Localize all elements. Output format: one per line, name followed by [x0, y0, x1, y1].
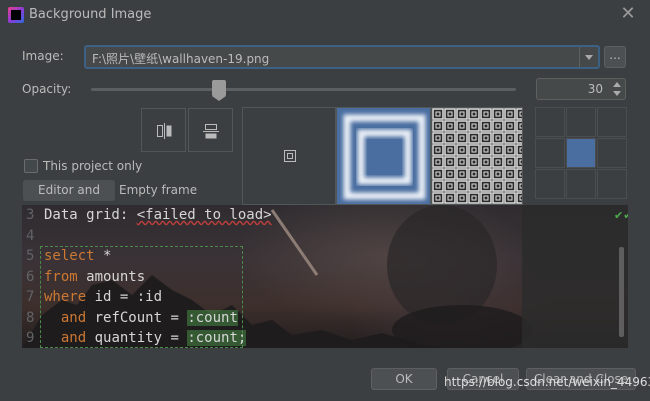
- code-line: 4: [22, 226, 44, 246]
- tab-editor-and-tools[interactable]: Editor and tools: [23, 180, 115, 218]
- anchor-bottom-left[interactable]: [535, 169, 565, 199]
- code-token: Data grid:: [44, 207, 137, 223]
- inspection-ok-icon: ✔✔: [614, 209, 628, 222]
- anchor-top-left[interactable]: [535, 107, 565, 137]
- code-token: where: [44, 289, 87, 305]
- fill-option-scale[interactable]: [336, 107, 431, 205]
- anchor-middle-left[interactable]: [535, 138, 565, 168]
- anchor-bottom-center[interactable]: [566, 169, 596, 199]
- code-line: 7 where id = :id: [22, 287, 162, 307]
- line-number: 5: [26, 248, 35, 264]
- code-token: and: [44, 309, 87, 326]
- scale-image-icon: [343, 114, 426, 200]
- line-number: 7: [26, 289, 35, 305]
- image-label: Image:: [22, 49, 64, 63]
- background-preview: 3 Data grid: <failed to load> 4 5 select * 6 f…: [22, 205, 628, 348]
- opacity-spinner[interactable]: 30: [536, 78, 626, 100]
- opacity-label: Opacity:: [22, 82, 72, 96]
- spinner-down-icon[interactable]: [613, 91, 621, 96]
- flip-horizontal-icon: [157, 123, 172, 139]
- title-bar: Background Image ✕: [0, 0, 650, 30]
- code-line: 6 from amounts: [22, 267, 145, 287]
- line-number: 6: [26, 268, 35, 285]
- code-token: from: [44, 268, 78, 285]
- anchor-top-center[interactable]: [566, 107, 596, 137]
- line-number: 4: [26, 227, 35, 244]
- code-token: *: [94, 248, 112, 264]
- fill-option-tile[interactable]: [431, 107, 523, 205]
- code-token: and: [44, 330, 87, 346]
- anchor-top-right[interactable]: [597, 107, 627, 137]
- image-path-field[interactable]: F:\照片\壁纸\wallhaven-19.png: [84, 45, 600, 69]
- code-line: 5 select *: [22, 246, 111, 266]
- app-icon: [8, 7, 24, 23]
- fill-option-plain[interactable]: [242, 107, 336, 205]
- tab-empty-frame[interactable]: Empty frame: [119, 180, 197, 201]
- flip-horizontal-button[interactable]: [141, 108, 186, 152]
- code-preview: 3 Data grid: <failed to load> 4 5 select * 6 f…: [22, 205, 522, 348]
- this-project-only-checkbox[interactable]: [24, 159, 38, 173]
- watermark-text: https://blog.csdn.net/weixin_44963395: [444, 375, 650, 389]
- code-token: amounts: [77, 268, 146, 285]
- line-number: 3: [26, 207, 35, 223]
- browse-button[interactable]: ...: [604, 46, 626, 68]
- code-token: quantity =: [86, 330, 188, 346]
- image-path-value[interactable]: F:\照片\壁纸\wallhaven-19.png: [92, 50, 269, 67]
- anchor-bottom-right[interactable]: [597, 169, 627, 199]
- line-number: 9: [26, 330, 35, 346]
- preview-gutter: [522, 205, 628, 348]
- opacity-slider-thumb[interactable]: [211, 80, 226, 101]
- code-token: select: [44, 248, 95, 264]
- ok-button[interactable]: OK: [371, 368, 437, 390]
- code-token: :count;: [187, 330, 247, 346]
- flip-vertical-button[interactable]: [188, 108, 233, 152]
- line-number: 8: [26, 309, 35, 326]
- flip-vertical-icon: [203, 124, 219, 139]
- code-line: 8 and refCount = :count: [22, 308, 238, 328]
- code-token: id = :id: [86, 289, 163, 305]
- close-icon[interactable]: ✕: [618, 4, 638, 24]
- opacity-slider-track[interactable]: [91, 88, 516, 91]
- this-project-only-label[interactable]: This project only: [43, 159, 142, 173]
- code-token: :count: [187, 309, 238, 326]
- tile-image-icon: [432, 108, 522, 204]
- spinner-up-icon[interactable]: [613, 82, 621, 87]
- opacity-value[interactable]: 30: [588, 82, 603, 96]
- dialog-title: Background Image: [29, 7, 152, 22]
- anchor-center[interactable]: [566, 138, 596, 168]
- code-token: <failed to load>: [136, 207, 272, 223]
- preview-scrollbar[interactable]: [619, 247, 624, 337]
- code-token: refCount =: [86, 309, 188, 326]
- chevron-down-icon[interactable]: [579, 47, 598, 67]
- code-line: 9 and quantity = :count;: [22, 328, 247, 348]
- code-line: 3 Data grid: <failed to load>: [22, 205, 272, 225]
- anchor-middle-right[interactable]: [597, 138, 627, 168]
- center-image-icon: [284, 150, 296, 162]
